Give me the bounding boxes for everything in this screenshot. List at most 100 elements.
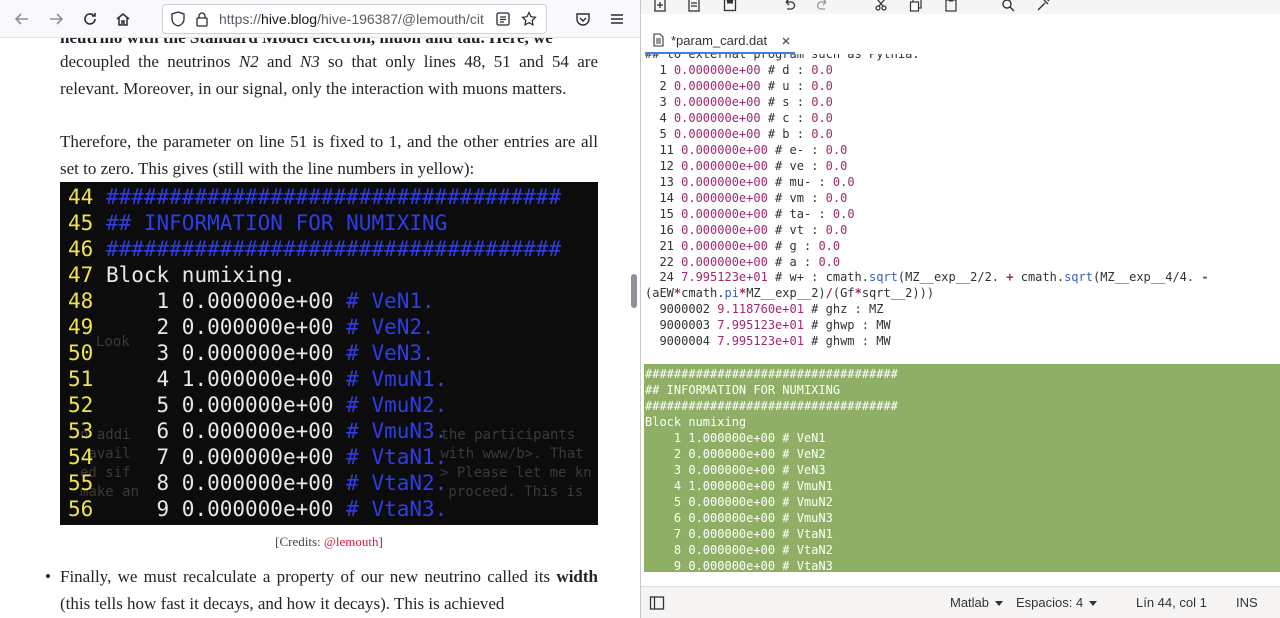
credits-link[interactable]: @lemouth [324, 534, 379, 549]
forward-button[interactable] [44, 7, 68, 31]
editor-status-bar: Matlab Espacios: 4 Lín 44, col 1 INS [641, 586, 1280, 618]
undo-icon[interactable] [782, 0, 798, 14]
arrow-right-icon [50, 13, 64, 25]
url-text[interactable]: https://hive.blog/hive-196387/@lemouth/c… [219, 11, 489, 27]
replace-icon[interactable] [1036, 0, 1052, 14]
separator: : [811, 207, 833, 221]
browser-scrollbar[interactable] [628, 38, 640, 618]
search-icon[interactable] [1001, 0, 1017, 14]
back-button[interactable] [10, 7, 34, 31]
line-text: 1 0.000000e+00 [93, 289, 347, 313]
tab-width-selector[interactable]: Espacios: 4 [1016, 595, 1098, 610]
line-rest: # ghz : MZ [803, 302, 884, 316]
line-val: 9.118760e+01 [717, 302, 804, 316]
bullet-marker: • [45, 567, 51, 586]
tab-param-card[interactable]: *param_card.dat [645, 28, 795, 54]
editor-toolbar [641, 0, 1280, 14]
separator: # [767, 159, 790, 173]
line-comment: # VmuN1. [346, 367, 448, 391]
numixing-line: 5 0.000000e+00 # VmuN2 [645, 495, 833, 509]
code-line: 12 0.000000e+00 # ve : 0.0 [645, 158, 847, 174]
separator: : [796, 239, 819, 253]
line-name: vm [789, 191, 804, 205]
shield-icon[interactable] [170, 11, 186, 27]
credits-prefix: [Credits: [275, 534, 324, 549]
insert-mode[interactable]: INS [1236, 595, 1258, 610]
line-rhs: 0.0 [811, 79, 833, 93]
code-line: 15 0.000000e+00 # ta- : 0.0 [645, 206, 855, 222]
scroll-thumb[interactable] [631, 274, 637, 308]
operator: + [1006, 270, 1014, 284]
line-rhs: 0.0 [832, 207, 855, 221]
line-number: 49 [68, 315, 94, 339]
line-comment: # VeN3. [346, 341, 435, 365]
line-val: 0.000000e+00 [666, 95, 761, 109]
text-run: cmath. [681, 286, 725, 300]
save-icon[interactable] [723, 0, 739, 14]
separator: : [789, 63, 812, 77]
code-line-w-plus: 24 7.995123e+01 # w+ : cmath.sqrt(MZ__ex… [645, 269, 1209, 285]
operator: - [1201, 270, 1209, 284]
code-image-line: 47 Block numixing. [68, 262, 296, 288]
code-line: 9000004 7.995123e+01 # ghwm : MW [645, 333, 890, 349]
text-run: sqrt__2))) [861, 286, 935, 300]
separator: : [796, 255, 819, 269]
bookmark-star-icon[interactable] [521, 11, 537, 27]
language-selector[interactable]: Matlab [950, 595, 1004, 610]
text-run: (MZ__exp__2/2. [897, 270, 1007, 284]
new-file-icon[interactable] [653, 0, 669, 14]
line-name: vt [789, 223, 804, 237]
code-line: 5 0.000000e+00 # b : 0.0 [645, 126, 832, 142]
line-n: 2 [645, 79, 667, 93]
line-name: e- [789, 143, 804, 157]
numixing-line: 8 0.000000e+00 # VtaN2 [645, 543, 833, 557]
separator: : [803, 143, 826, 157]
separator: # [760, 95, 783, 109]
function-name: sqrt [1064, 270, 1093, 284]
line-n: 11 [645, 143, 674, 157]
close-icon[interactable] [779, 34, 793, 48]
line-name: d [782, 63, 790, 77]
redo-icon[interactable] [816, 0, 832, 14]
home-button[interactable] [111, 7, 135, 31]
reload-button[interactable] [78, 7, 102, 31]
line-rest: # ghwp : MW [803, 318, 891, 332]
separator: # [760, 79, 783, 93]
line-val: 0.000000e+00 [666, 63, 761, 77]
line-val: 0.000000e+00 [666, 79, 761, 93]
line-val: 0.000000e+00 [673, 207, 768, 221]
line-n: 13 [645, 175, 674, 189]
numixing-line: 9 0.000000e+00 # VtaN3 [645, 559, 833, 573]
reader-view-icon[interactable] [495, 11, 511, 27]
line-number: 55 [68, 471, 94, 495]
line-comment: # VtaN1. [346, 445, 448, 469]
line-number: 53 [68, 419, 94, 443]
line-n: 16 [645, 223, 674, 237]
cursor-position[interactable]: Lín 44, col 1 [1136, 595, 1207, 610]
line-rhs: 0.0 [825, 159, 848, 173]
url-path: /hive-196387/@lemouth/cit [317, 11, 484, 27]
paste-icon[interactable] [944, 0, 960, 14]
url-bar[interactable]: https://hive.blog/hive-196387/@lemouth/c… [162, 4, 547, 34]
separator: # [760, 63, 783, 77]
line-n: 3 [645, 95, 667, 109]
side-panel-icon[interactable] [649, 595, 665, 611]
menu-button[interactable] [605, 7, 629, 31]
lock-icon[interactable] [194, 11, 210, 27]
open-file-icon[interactable] [687, 0, 703, 14]
pocket-button[interactable] [571, 7, 595, 31]
separator: # [767, 223, 790, 237]
separator: # [767, 207, 790, 221]
credits-suffix: ] [378, 534, 383, 549]
editor-text-area[interactable]: ## to external program such as Pythia. 1… [641, 54, 1280, 586]
copy-icon[interactable] [909, 0, 925, 14]
separator: : [789, 95, 812, 109]
line-val: 0.000000e+00 [673, 239, 768, 253]
cut-icon[interactable] [874, 0, 890, 14]
line-text: ## INFORMATION FOR NUMIXING [93, 211, 448, 235]
url-scheme: https:// [219, 11, 262, 27]
code-line: 3 0.000000e+00 # s : 0.0 [645, 94, 832, 110]
line-text: #################################### [93, 185, 562, 209]
code-image-line: 48 1 0.000000e+00 # VeN1. [68, 288, 435, 314]
code-line: 9000003 7.995123e+01 # ghwp : MW [645, 317, 891, 333]
